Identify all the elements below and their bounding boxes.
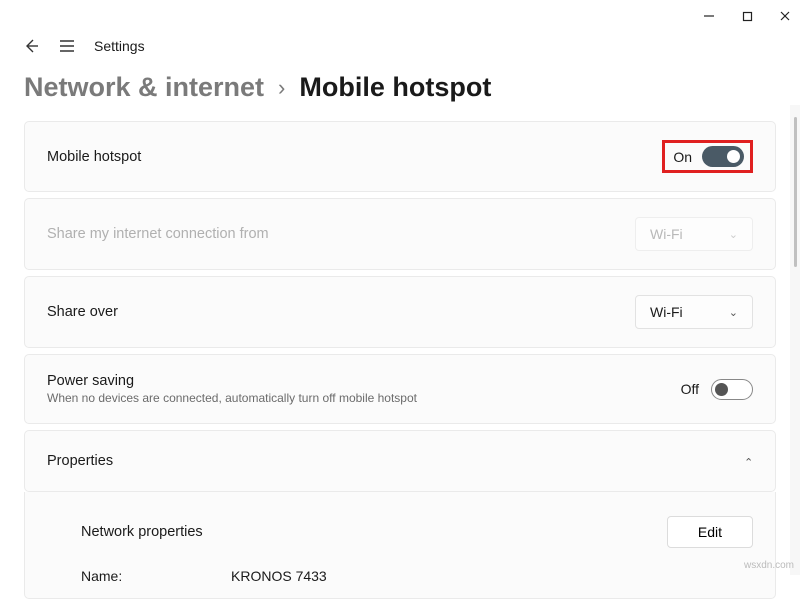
- property-key: Name:: [81, 568, 141, 584]
- card-power-saving: Power saving When no devices are connect…: [24, 354, 776, 424]
- card-properties[interactable]: Properties ⌄: [24, 430, 776, 492]
- property-value: KRONOS 7433: [231, 568, 327, 584]
- card-title: Mobile hotspot: [47, 149, 141, 165]
- minimize-button[interactable]: [702, 9, 716, 23]
- card-title: Power saving: [47, 373, 417, 389]
- back-button[interactable]: [22, 37, 40, 55]
- chevron-down-icon: ⌄: [729, 306, 738, 319]
- share-from-dropdown[interactable]: Wi-Fi ⌄: [635, 217, 753, 251]
- property-row-name: Name: KRONOS 7433: [81, 562, 753, 590]
- card-subtitle: When no devices are connected, automatic…: [47, 391, 417, 405]
- properties-heading: Network properties: [81, 524, 203, 540]
- properties-panel: Network properties Edit Name: KRONOS 743…: [24, 492, 776, 599]
- card-share-from: Share my internet connection from Wi-Fi …: [24, 198, 776, 270]
- card-title: Share over: [47, 304, 118, 320]
- maximize-button[interactable]: [740, 9, 754, 23]
- watermark: wsxdn.com: [744, 560, 794, 571]
- chevron-up-icon: ⌄: [744, 455, 753, 468]
- close-button[interactable]: [778, 9, 792, 23]
- chevron-down-icon: ⌄: [729, 228, 738, 241]
- breadcrumb: Network & internet › Mobile hotspot: [0, 60, 800, 121]
- dropdown-value: Wi-Fi: [650, 226, 683, 242]
- dropdown-value: Wi-Fi: [650, 304, 683, 320]
- card-mobile-hotspot: Mobile hotspot On: [24, 121, 776, 192]
- highlight-annotation: On: [662, 140, 753, 173]
- edit-button[interactable]: Edit: [667, 516, 753, 548]
- power-saving-toggle[interactable]: [711, 379, 753, 400]
- card-title: Properties: [47, 453, 113, 469]
- card-share-over: Share over Wi-Fi ⌄: [24, 276, 776, 348]
- app-name: Settings: [94, 38, 145, 54]
- card-title: Share my internet connection from: [47, 226, 269, 242]
- toggle-label: Off: [681, 381, 699, 397]
- breadcrumb-parent[interactable]: Network & internet: [24, 72, 264, 103]
- breadcrumb-current: Mobile hotspot: [299, 72, 491, 103]
- mobile-hotspot-toggle[interactable]: [702, 146, 744, 167]
- toggle-label: On: [673, 149, 692, 165]
- share-over-dropdown[interactable]: Wi-Fi ⌄: [635, 295, 753, 329]
- menu-button[interactable]: [58, 37, 76, 55]
- breadcrumb-separator: ›: [278, 75, 285, 101]
